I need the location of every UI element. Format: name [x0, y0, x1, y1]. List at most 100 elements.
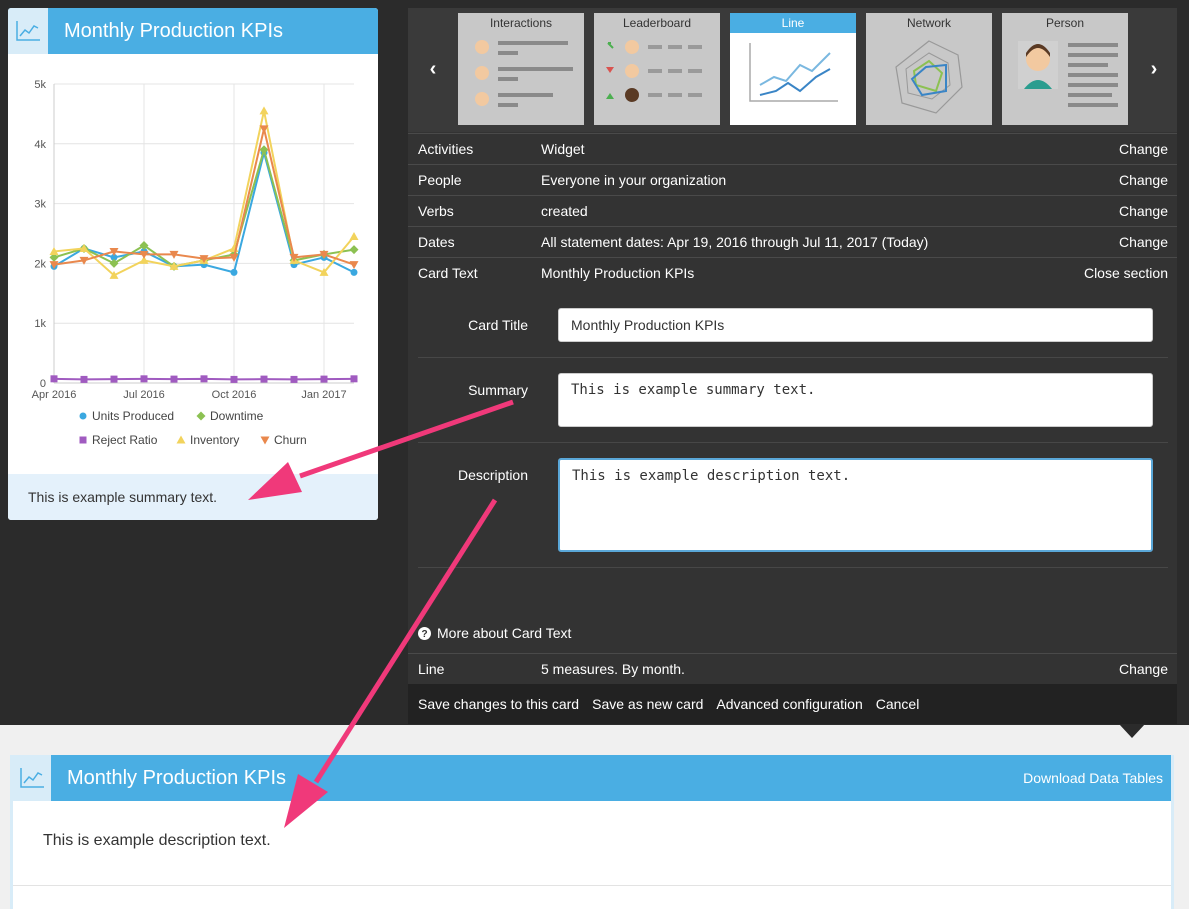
data-point — [140, 375, 148, 383]
panel-pointer — [1119, 724, 1145, 738]
preview-card-summary: This is example summary text. — [8, 474, 378, 520]
full-card: Monthly Production KPIs Download Data Ta… — [10, 755, 1174, 909]
editor-actions-bar: Save changes to this card Save as new ca… — [408, 684, 1177, 724]
download-data-tables-link[interactable]: Download Data Tables — [1023, 770, 1163, 786]
series-line-1 — [53, 146, 355, 268]
data-point — [50, 375, 58, 383]
network-thumbnail-icon — [895, 40, 963, 114]
visualization-type-carousel: ‹ Interactions Leaderboard Line Network … — [408, 8, 1177, 132]
line-chart-icon — [13, 755, 51, 801]
settings-row-people: People Everyone in your organization Cha… — [408, 164, 1177, 195]
legend-marker — [176, 435, 186, 444]
form-divider — [418, 442, 1168, 443]
cancel-button[interactable]: Cancel — [876, 696, 920, 712]
data-point — [230, 268, 238, 276]
row-label: Card Text — [418, 265, 478, 281]
close-section-link[interactable]: Close section — [1084, 265, 1168, 281]
legend-label: Downtime — [210, 409, 264, 423]
summary-textarea[interactable]: This is example summary text. — [558, 373, 1153, 427]
change-line-link[interactable]: Change — [1119, 661, 1168, 677]
legend-marker — [79, 436, 87, 444]
data-point — [230, 375, 238, 383]
chevron-right-icon[interactable]: › — [1139, 58, 1169, 84]
card-title-label: Card Title — [468, 317, 528, 333]
data-point — [349, 261, 359, 270]
form-divider — [418, 357, 1168, 358]
tile-label: Interactions — [489, 16, 553, 30]
summary-label: Summary — [468, 382, 528, 398]
row-label: Line — [418, 661, 445, 677]
data-point — [350, 268, 358, 276]
series-line-0 — [53, 148, 355, 274]
change-activities-link[interactable]: Change — [1119, 141, 1168, 157]
data-point — [110, 375, 118, 383]
description-textarea[interactable]: This is example description text. — [558, 458, 1153, 552]
data-point — [290, 375, 298, 383]
change-people-link[interactable]: Change — [1119, 172, 1168, 188]
card-editor-panel: ‹ Interactions Leaderboard Line Network … — [408, 8, 1177, 724]
legend-label: Units Produced — [92, 409, 174, 423]
advanced-configuration-button[interactable]: Advanced configuration — [716, 696, 862, 712]
more-about-card-text-link[interactable]: ? More about Card Text — [418, 625, 571, 641]
legend-label: Inventory — [190, 433, 239, 447]
data-point — [349, 231, 359, 240]
legend-marker — [196, 411, 206, 421]
tile-leaderboard[interactable]: Leaderboard — [594, 13, 720, 125]
row-value: All statement dates: Apr 19, 2016 throug… — [541, 234, 929, 250]
x-tick-label: Apr 2016 — [32, 389, 77, 401]
save-as-new-button[interactable]: Save as new card — [592, 696, 703, 712]
tile-person[interactable]: Person — [1002, 13, 1128, 125]
row-value: Everyone in your organization — [541, 172, 727, 188]
legend-label: Churn — [274, 433, 307, 447]
preview-card-title: Monthly Production KPIs — [64, 19, 283, 42]
tile-network[interactable]: Network — [866, 13, 992, 125]
row-value: Monthly Production KPIs — [541, 265, 695, 281]
preview-card: Monthly Production KPIs 0 1k 2k 3k 4k 5k Apr 2… — [8, 8, 378, 520]
legend-label: Reject Ratio — [92, 433, 158, 447]
row-value: created — [541, 203, 588, 219]
tile-label: Person — [1045, 16, 1085, 30]
data-point — [349, 245, 359, 255]
y-tick-label: 5k — [34, 79, 46, 91]
settings-row-dates: Dates All statement dates: Apr 19, 2016 … — [408, 226, 1177, 257]
data-point — [170, 375, 178, 383]
kpi-line-chart: 01k2k3k4k5kApr 2016 Jul 2016 Oct 2016 Jan 2… — [32, 79, 359, 447]
x-tick-label: Oct 2016 — [212, 389, 257, 401]
person-thumbnail-icon — [1018, 41, 1118, 107]
form-divider — [418, 567, 1168, 568]
leaderboard-thumbnail-icon — [606, 40, 702, 102]
row-label: People — [418, 172, 462, 188]
save-changes-button[interactable]: Save changes to this card — [418, 696, 579, 712]
data-point — [109, 258, 119, 268]
legend-marker — [79, 412, 87, 420]
settings-row-verbs: Verbs created Change — [408, 195, 1177, 226]
tile-line[interactable]: Line — [730, 13, 856, 125]
svg-text:?: ? — [421, 629, 427, 640]
change-dates-link[interactable]: Change — [1119, 234, 1168, 250]
full-card-title: Monthly Production KPIs — [67, 766, 286, 789]
y-tick-label: 4k — [34, 139, 46, 151]
card-title-input[interactable] — [558, 308, 1153, 342]
settings-row-activities: Activities Widget Change — [408, 133, 1177, 164]
interactions-thumbnail-icon — [475, 40, 573, 107]
preview-card-header: Monthly Production KPIs — [8, 8, 378, 54]
line-thumbnail-icon — [749, 43, 838, 102]
row-label: Verbs — [418, 203, 454, 219]
tile-interactions[interactable]: Interactions — [458, 13, 584, 125]
chevron-left-icon[interactable]: ‹ — [418, 58, 448, 84]
divider — [13, 885, 1171, 886]
legend-marker — [260, 436, 270, 445]
settings-row-line: Line 5 measures. By month. Change — [408, 653, 1177, 684]
data-point — [350, 375, 358, 383]
data-point — [200, 375, 208, 383]
description-label: Description — [457, 467, 528, 483]
series-line-3 — [53, 110, 355, 277]
y-tick-label: 1k — [34, 318, 46, 330]
data-point — [80, 375, 88, 383]
y-tick-label: 3k — [34, 199, 46, 211]
row-label: Activities — [418, 141, 474, 157]
tile-label: Line — [730, 13, 856, 33]
change-verbs-link[interactable]: Change — [1119, 203, 1168, 219]
data-point — [320, 375, 328, 383]
x-tick-label: Jul 2016 — [123, 389, 165, 401]
